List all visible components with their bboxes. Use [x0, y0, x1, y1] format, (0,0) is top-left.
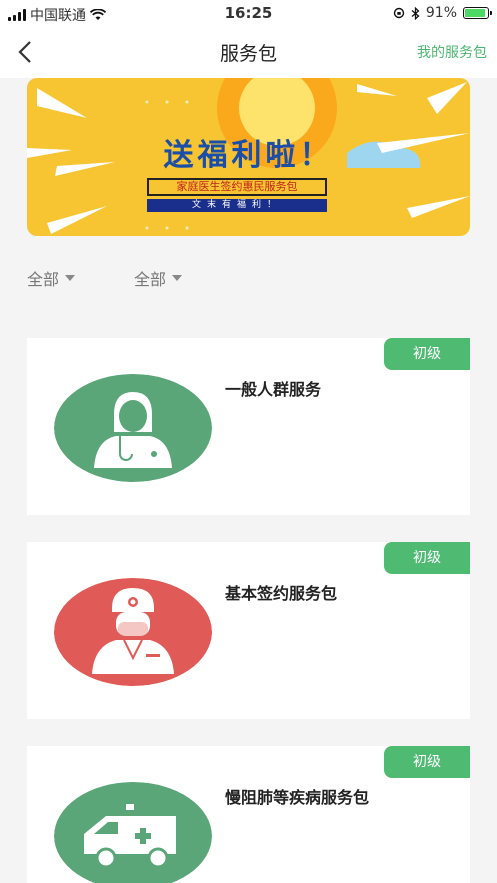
caret-down-icon — [65, 275, 76, 281]
level-badge: 初级 — [384, 542, 470, 574]
banner-subtitle: 家庭医生签约惠民服务包 — [147, 178, 327, 196]
filter-label: 全部 — [134, 270, 167, 289]
service-name: 基本签约服务包 — [225, 584, 338, 603]
service-card[interactable]: 初级 慢阻肺等疾病服务包 — [27, 746, 470, 883]
nav-bar: 服务包 我的服务包 — [0, 26, 497, 78]
service-card[interactable]: 初级 基本签约服务包 — [27, 542, 470, 719]
status-right: 91% — [393, 5, 492, 21]
orientation-lock-icon — [393, 7, 405, 19]
ambulance-icon — [54, 782, 212, 883]
battery-fill — [465, 9, 486, 17]
service-name: 慢阻肺等疾病服务包 — [225, 788, 370, 807]
level-badge: 初级 — [384, 746, 470, 778]
filter-label: 全部 — [27, 270, 60, 289]
my-service-packages-link[interactable]: 我的服务包 — [417, 42, 487, 62]
banner-title: 送福利啦！ — [163, 138, 334, 173]
status-bar: 中国联通 16:25 91% — [0, 0, 497, 26]
level-badge: 初级 — [384, 338, 470, 370]
promo-banner[interactable]: 送福利啦！ 家庭医生签约惠民服务包 文末有福利！ — [27, 78, 470, 236]
doctor-male-icon — [54, 578, 212, 686]
service-card[interactable]: 初级 一般人群服务 — [27, 338, 470, 515]
bluetooth-icon — [411, 6, 420, 20]
battery-percent: 91% — [425, 5, 457, 21]
banner-tagline: 文末有福利！ — [147, 199, 327, 212]
battery-icon — [463, 7, 492, 19]
service-name: 一般人群服务 — [225, 380, 322, 399]
doctor-female-icon — [54, 374, 212, 482]
filter-dropdown-1[interactable]: 全部 — [27, 266, 76, 290]
filter-bar: 全部 全部 — [0, 258, 497, 298]
filter-dropdown-2[interactable]: 全部 — [134, 266, 183, 290]
caret-down-icon — [172, 275, 183, 281]
